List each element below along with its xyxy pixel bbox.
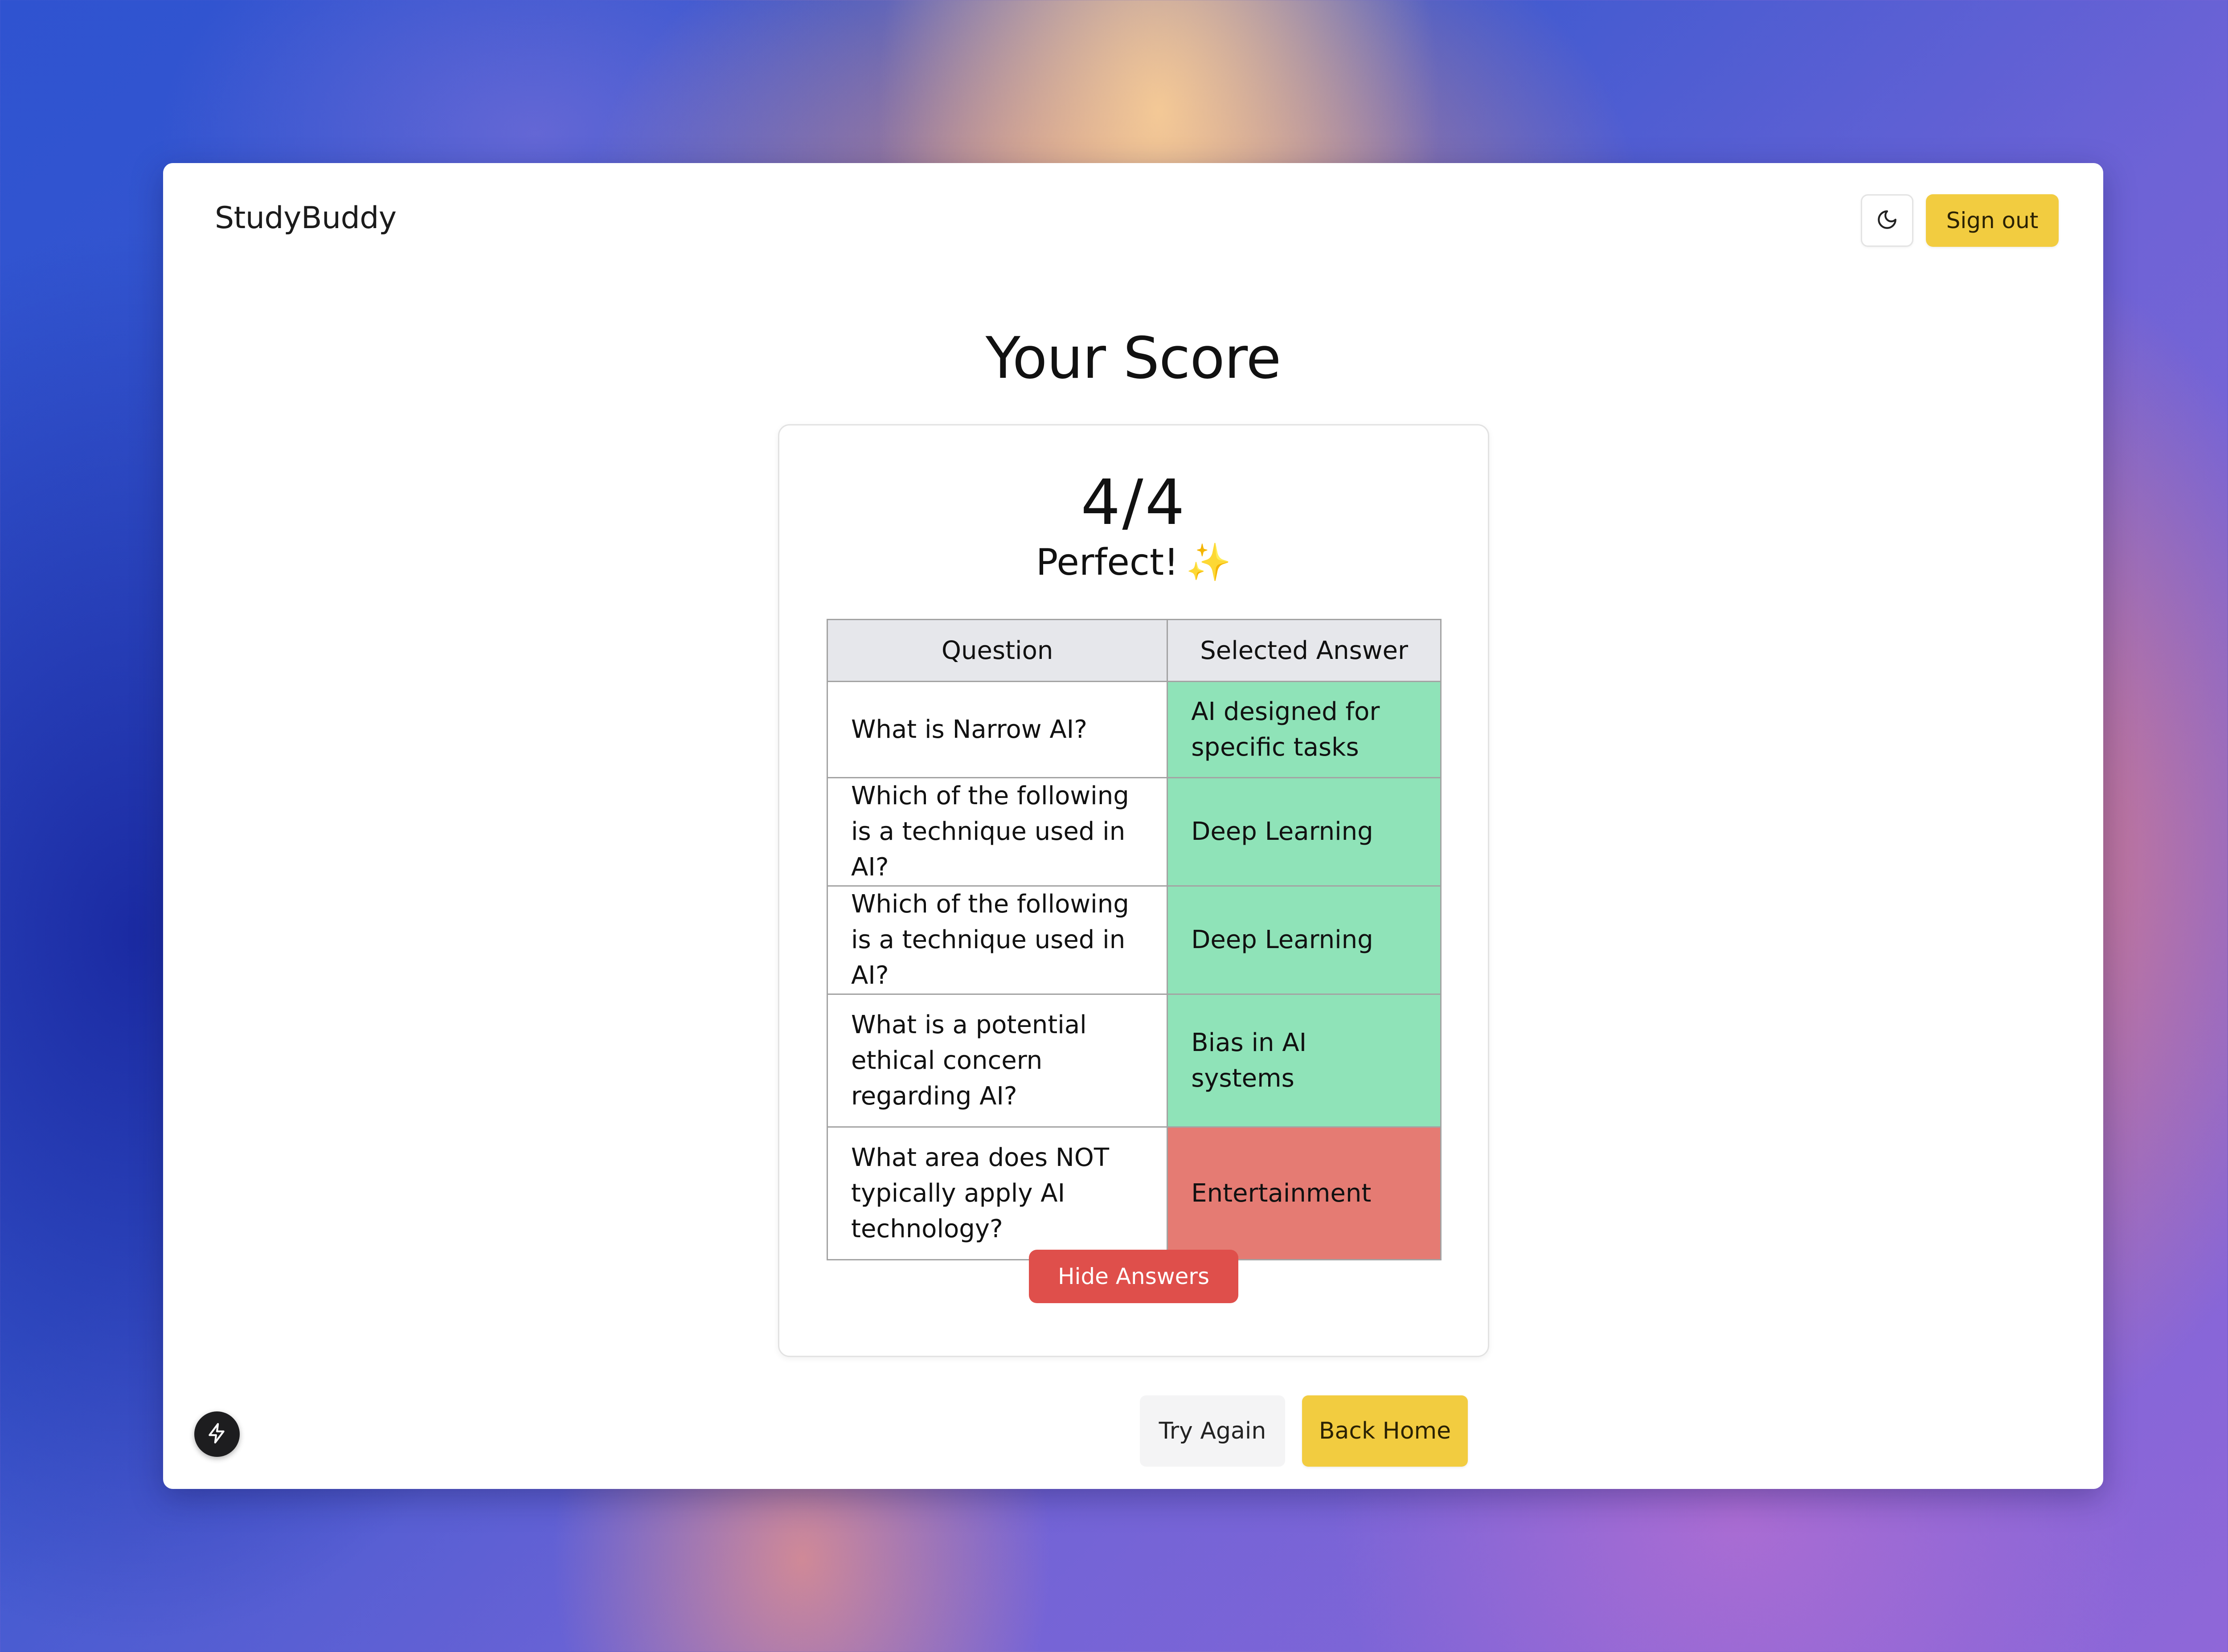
table-row: Which of the following is a technique us…: [826, 777, 1442, 887]
hide-answers-button[interactable]: Hide Answers: [1029, 1250, 1238, 1303]
app-content: StudyBuddy Sign out Your Score 4/4 Perfe…: [170, 170, 2096, 1482]
question-cell: Which of the following is a technique us…: [826, 777, 1168, 887]
moon-icon: [1876, 209, 1898, 233]
question-cell: Which of the following is a technique us…: [826, 885, 1168, 995]
answer-cell-correct: AI designed for specific tasks: [1167, 681, 1442, 778]
bolt-icon: [206, 1422, 228, 1446]
bolt-floating-button[interactable]: [194, 1411, 240, 1457]
answers-table: Question Selected Answer What is Narrow …: [826, 619, 1442, 1260]
back-home-button[interactable]: Back Home: [1302, 1395, 1468, 1467]
app-window: StudyBuddy Sign out Your Score 4/4 Perfe…: [163, 163, 2103, 1489]
answer-cell-correct: Deep Learning: [1167, 885, 1442, 995]
try-again-button[interactable]: Try Again: [1140, 1395, 1285, 1467]
answer-cell-correct: Deep Learning: [1167, 777, 1442, 887]
table-header-row: Question Selected Answer: [826, 619, 1442, 682]
theme-toggle-button[interactable]: [1861, 194, 1913, 247]
answer-cell-incorrect: Entertainment: [1167, 1126, 1442, 1260]
question-cell: What is a potential ethical concern rega…: [826, 994, 1168, 1128]
sparkles-icon: ✨: [1186, 541, 1232, 584]
verdict-text: Perfect!: [1036, 541, 1179, 584]
table-row: What is a potential ethical concern rega…: [826, 994, 1442, 1128]
question-cell: What is Narrow AI?: [826, 681, 1168, 778]
score-card: 4/4 Perfect! ✨ Question Selected Answer W…: [778, 424, 1489, 1357]
question-cell: What area does NOT typically apply AI te…: [826, 1126, 1168, 1260]
score-verdict: Perfect! ✨: [779, 541, 1488, 584]
sign-out-button[interactable]: Sign out: [1926, 194, 2059, 247]
column-header-selected-answer: Selected Answer: [1167, 619, 1442, 682]
score-value: 4/4: [1081, 466, 1187, 539]
table-row: What area does NOT typically apply AI te…: [826, 1126, 1442, 1260]
column-header-question: Question: [826, 619, 1168, 682]
answer-cell-correct: Bias in AI systems: [1167, 994, 1442, 1128]
page-title: Your Score: [985, 325, 1281, 392]
table-row: What is Narrow AI? AI designed for speci…: [826, 681, 1442, 778]
table-row: Which of the following is a technique us…: [826, 885, 1442, 995]
brand-logo-text[interactable]: StudyBuddy: [215, 200, 397, 236]
